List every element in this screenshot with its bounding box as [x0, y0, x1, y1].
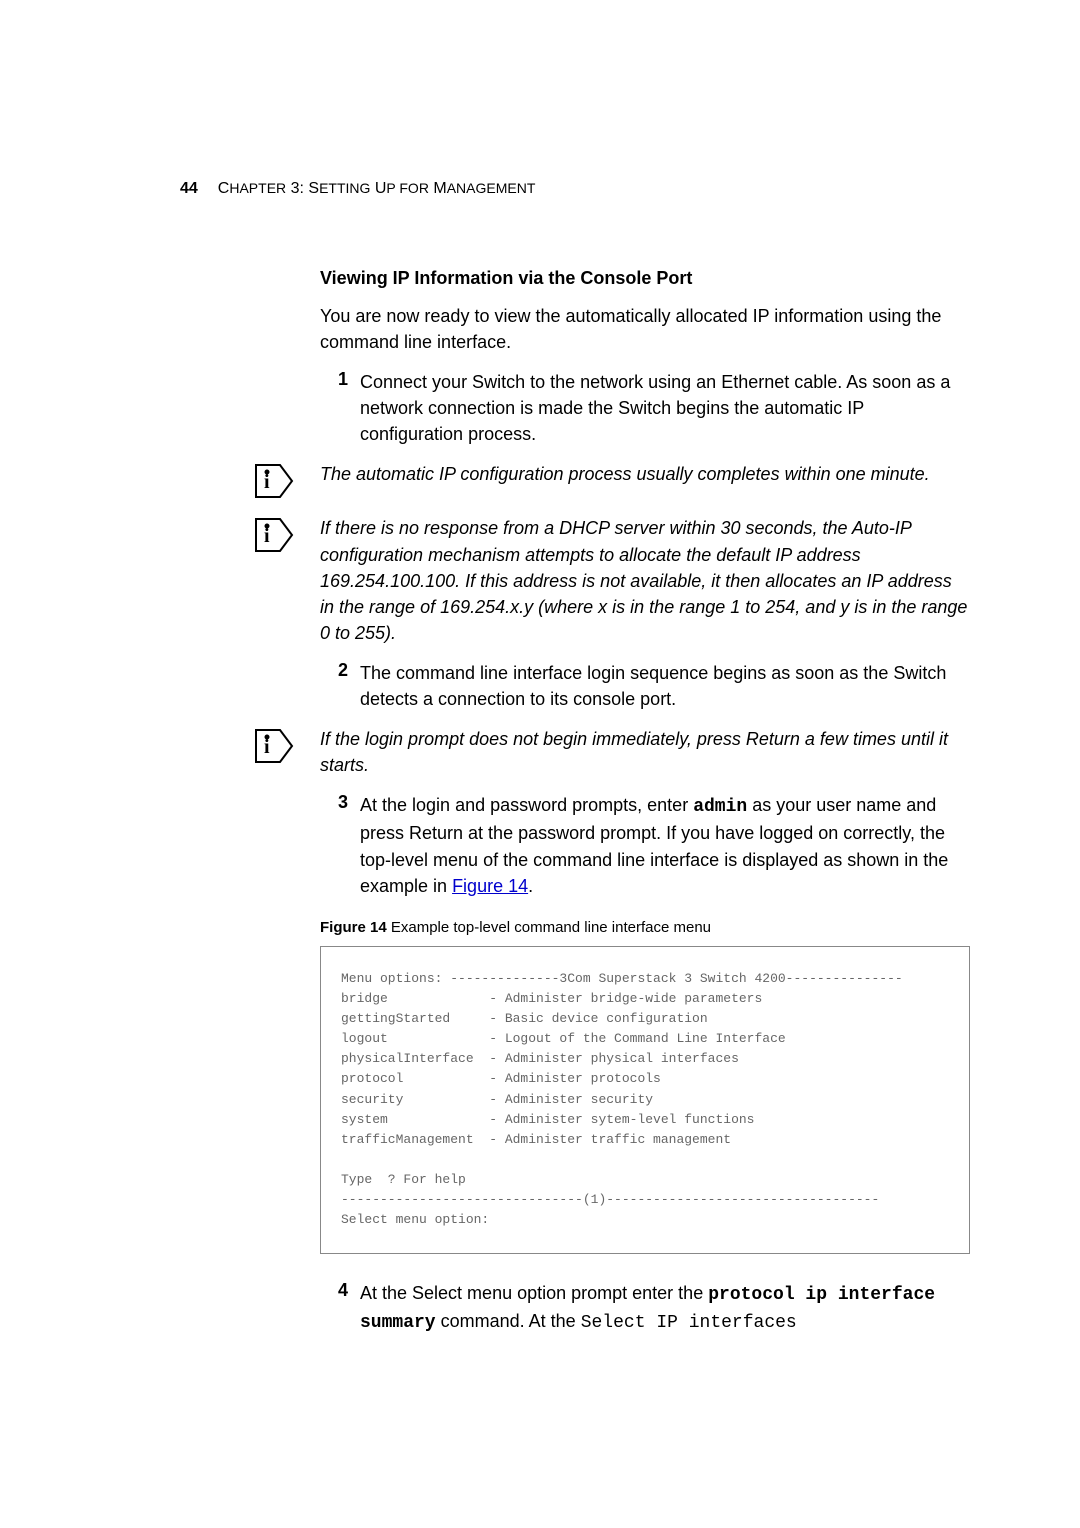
- figure-link[interactable]: Figure 14: [452, 876, 528, 896]
- step-text: The command line interface login sequenc…: [360, 660, 970, 712]
- cli-output-box: Menu options: --------------3Com Superst…: [320, 946, 970, 1254]
- intro-paragraph: You are now ready to view the automatica…: [320, 303, 970, 355]
- info-icon: i: [250, 515, 295, 555]
- step-4: 4 At the Select menu option prompt enter…: [320, 1280, 970, 1336]
- info-note-2: i If there is no response from a DHCP se…: [250, 515, 970, 645]
- info-note-3: i If the login prompt does not begin imm…: [250, 726, 970, 778]
- figure-label: Figure 14: [320, 919, 387, 936]
- cli-command-inline: admin: [693, 797, 747, 817]
- step-number: 3: [320, 792, 348, 898]
- step-1: 1 Connect your Switch to the network usi…: [320, 369, 970, 447]
- step-number: 1: [320, 369, 348, 447]
- note-text: If the login prompt does not begin immed…: [320, 726, 970, 778]
- step-number: 4: [320, 1280, 348, 1336]
- info-icon: i: [250, 726, 295, 766]
- page: 44 CHAPTER 3: SETTING UP FOR MANAGEMENT …: [0, 0, 1080, 1430]
- figure-caption: Figure 14 Example top-level command line…: [320, 919, 970, 936]
- step-3: 3 At the login and password prompts, ent…: [320, 792, 970, 898]
- step-text: At the login and password prompts, enter…: [360, 792, 970, 898]
- running-header: 44 CHAPTER 3: SETTING UP FOR MANAGEMENT: [180, 180, 970, 198]
- note-text: The automatic IP configuration process u…: [320, 461, 970, 487]
- chapter-title: CHAPTER 3: SETTING UP FOR MANAGEMENT: [218, 180, 536, 198]
- step-2: 2 The command line interface login seque…: [320, 660, 970, 712]
- cli-output-inline: Select IP interfaces: [581, 1313, 797, 1333]
- page-number: 44: [180, 180, 198, 198]
- step-text: Connect your Switch to the network using…: [360, 369, 970, 447]
- step-number: 2: [320, 660, 348, 712]
- note-text: If there is no response from a DHCP serv…: [320, 515, 970, 645]
- content-column: Viewing IP Information via the Console P…: [320, 268, 970, 1336]
- info-note-1: i The automatic IP configuration process…: [250, 461, 970, 501]
- info-icon: i: [250, 461, 295, 501]
- section-heading: Viewing IP Information via the Console P…: [320, 268, 970, 289]
- step-text: At the Select menu option prompt enter t…: [360, 1280, 970, 1336]
